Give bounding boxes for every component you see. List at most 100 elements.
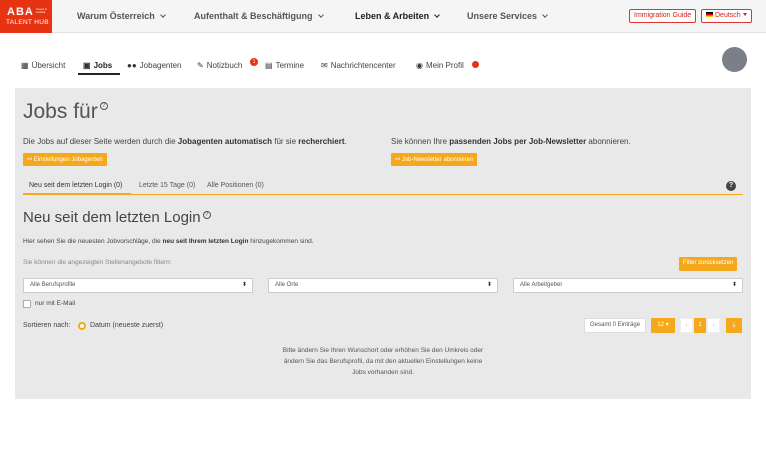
logo-text: ABA	[7, 6, 34, 18]
briefcase-icon: ▣	[83, 61, 91, 70]
pencil-icon: ✎	[197, 61, 204, 70]
nav-warum-oesterreich[interactable]: Warum Österreich	[77, 11, 166, 21]
german-flag-icon	[706, 12, 713, 17]
sort-date-radio[interactable]	[78, 322, 86, 330]
language-label: Deutsch	[715, 12, 741, 19]
tab-notizbuch[interactable]: ✎ Notizbuch	[197, 61, 242, 70]
immigration-guide-button[interactable]: Immigration Guide	[629, 9, 697, 23]
nav-label: Aufenthalt & Beschäftigung	[194, 11, 313, 21]
text: für sie	[272, 137, 299, 146]
page-title-text: Jobs für	[23, 100, 98, 123]
section-title-text: Neu seit dem letzten Login	[23, 209, 201, 226]
link-icon: ⚯	[27, 157, 34, 163]
page-title: Jobs für?	[23, 100, 108, 124]
active-subtab-indicator	[23, 193, 131, 195]
select-value: Alle Arbeitgeber	[520, 282, 563, 288]
tab-mein-profil[interactable]: ◉ Mein Profil	[416, 61, 464, 70]
text-bold: Jobagenten automatisch	[177, 137, 273, 146]
nav-label: Unsere Services	[467, 11, 538, 21]
total-entries: Gesamt 0 Einträge	[584, 318, 647, 333]
profile-warning-icon	[472, 61, 479, 68]
email-only-checkbox[interactable]	[23, 300, 31, 308]
select-value: Alle Orte	[275, 282, 299, 288]
tab-label: Jobs	[93, 61, 113, 70]
section-title: Neu seit dem letzten Login?	[23, 209, 211, 226]
text: hinzugekommen sind.	[248, 238, 314, 245]
tab-uebersicht[interactable]: ▦ Übersicht	[21, 61, 65, 70]
aba-logo[interactable]: ABA Invest in Austria TALENT HUB	[0, 0, 52, 33]
top-navigation: ABA Invest in Austria TALENT HUB Warum Ö…	[0, 0, 766, 33]
nav-label: Warum Österreich	[77, 11, 155, 21]
caret-down-icon	[742, 13, 747, 16]
updown-arrow-icon: ⬍	[486, 282, 492, 288]
link-icon: ⚯	[395, 157, 402, 163]
nav-leben-arbeiten[interactable]: Leben & Arbeiten	[355, 11, 441, 21]
subtab-letzte-15-tage[interactable]: Letzte 15 Tage (0)	[139, 182, 195, 189]
per-page-value: 12	[657, 322, 664, 328]
button-label: Job-Newsletter abonnieren	[401, 157, 474, 163]
einstellungen-jobagenten-button[interactable]: ⚯ Einstellungen Jobagenten	[23, 153, 107, 166]
prev-page-button[interactable]: ‹	[680, 318, 693, 333]
download-icon[interactable]: ⤓	[726, 318, 742, 333]
empty-results-message: Bitte ändern Sie Ihren Wunschort oder er…	[282, 347, 484, 376]
calendar-icon: ▤	[265, 61, 273, 70]
page-number-button[interactable]: 1	[694, 318, 706, 333]
chevron-down-icon	[159, 12, 166, 18]
text-bold: neu seit Ihrem letzten Login	[162, 238, 249, 245]
envelope-icon: ✉	[321, 61, 328, 70]
sort-label: Sortieren nach:	[23, 322, 71, 329]
user-icon: ◉	[416, 61, 423, 70]
nav-aufenthalt[interactable]: Aufenthalt & Beschäftigung	[194, 11, 324, 21]
logo-talent-hub: TALENT HUB	[6, 19, 49, 26]
avatar[interactable]	[722, 47, 747, 72]
text: .	[344, 137, 347, 146]
notification-badge: 1	[250, 58, 258, 66]
sort-option-label: Datum (neueste zuerst)	[90, 322, 164, 329]
tab-label: Mein Profil	[425, 61, 464, 70]
active-tab-indicator	[78, 73, 120, 75]
button-label: Einstellungen Jobagenten	[33, 157, 103, 163]
newsletter-subscribe-button[interactable]: ⚯ Job-Newsletter abonnieren	[391, 153, 478, 166]
chevron-down-icon	[317, 12, 324, 18]
tab-jobagenten[interactable]: ●● Jobagenten	[127, 61, 182, 70]
text: abonnieren.	[586, 137, 631, 146]
tab-label: Nachrichtencenter	[330, 61, 396, 70]
language-select[interactable]: Deutsch	[701, 9, 752, 23]
chevron-down-icon	[434, 12, 441, 18]
next-page-button[interactable]: ›	[707, 318, 720, 333]
orte-select[interactable]: Alle Orte ⬍	[268, 278, 498, 293]
tab-label: Übersicht	[31, 61, 66, 70]
section-description: Hier sehen Sie die neuesten Jobvorschläg…	[23, 238, 314, 245]
subtab-alle-positionen[interactable]: Alle Positionen (0)	[207, 182, 264, 189]
berufsprofil-select[interactable]: Alle Berufsprofile ⬍	[23, 278, 253, 293]
help-icon[interactable]: ?	[726, 181, 736, 191]
updown-arrow-icon: ⬍	[241, 282, 247, 288]
jobagent-info-text: Die Jobs auf dieser Seite werden durch d…	[23, 137, 347, 146]
chevron-down-icon	[542, 12, 548, 18]
tab-jobs[interactable]: ▣ Jobs	[83, 61, 112, 70]
tab-termine[interactable]: ▤ Termine	[265, 61, 304, 70]
filter-reset-button[interactable]: Filter zurücksetzen	[679, 257, 738, 271]
tab-label: Notizbuch	[206, 61, 243, 70]
per-page-select[interactable]: 12 ▾	[651, 318, 675, 333]
text: Hier sehen Sie die neuesten Jobvorschläg…	[23, 238, 163, 245]
text: Sie können Ihre	[391, 137, 450, 146]
logo-subtext: Invest in Austria	[36, 7, 48, 14]
nav-unsere-services[interactable]: Unsere Services	[467, 11, 548, 21]
grid-icon: ▦	[21, 61, 29, 70]
filter-hint: Sie können die angezeigten Stellenangebo…	[23, 259, 172, 266]
subtab-neu-seit-login[interactable]: Neu seit dem letzten Login (0)	[29, 182, 122, 189]
newsletter-info-text: Sie können Ihre passenden Jobs per Job-N…	[391, 137, 631, 146]
arbeitgeber-select[interactable]: Alle Arbeitgeber ⬍	[513, 278, 743, 293]
text-bold: recherchiert	[298, 137, 345, 146]
select-value: Alle Berufsprofile	[30, 282, 76, 288]
nav-label: Leben & Arbeiten	[355, 11, 430, 21]
text-bold: passenden Jobs per Job-Newsletter	[449, 137, 587, 146]
help-icon[interactable]: ?	[202, 211, 211, 219]
updown-arrow-icon: ⬍	[731, 282, 737, 288]
binoculars-icon: ●●	[127, 61, 137, 70]
help-icon[interactable]: ?	[99, 102, 108, 110]
text: Die Jobs auf dieser Seite werden durch d…	[23, 137, 178, 146]
subtab-divider	[23, 194, 743, 195]
tab-nachrichtencenter[interactable]: ✉ Nachrichtencenter	[321, 61, 396, 70]
